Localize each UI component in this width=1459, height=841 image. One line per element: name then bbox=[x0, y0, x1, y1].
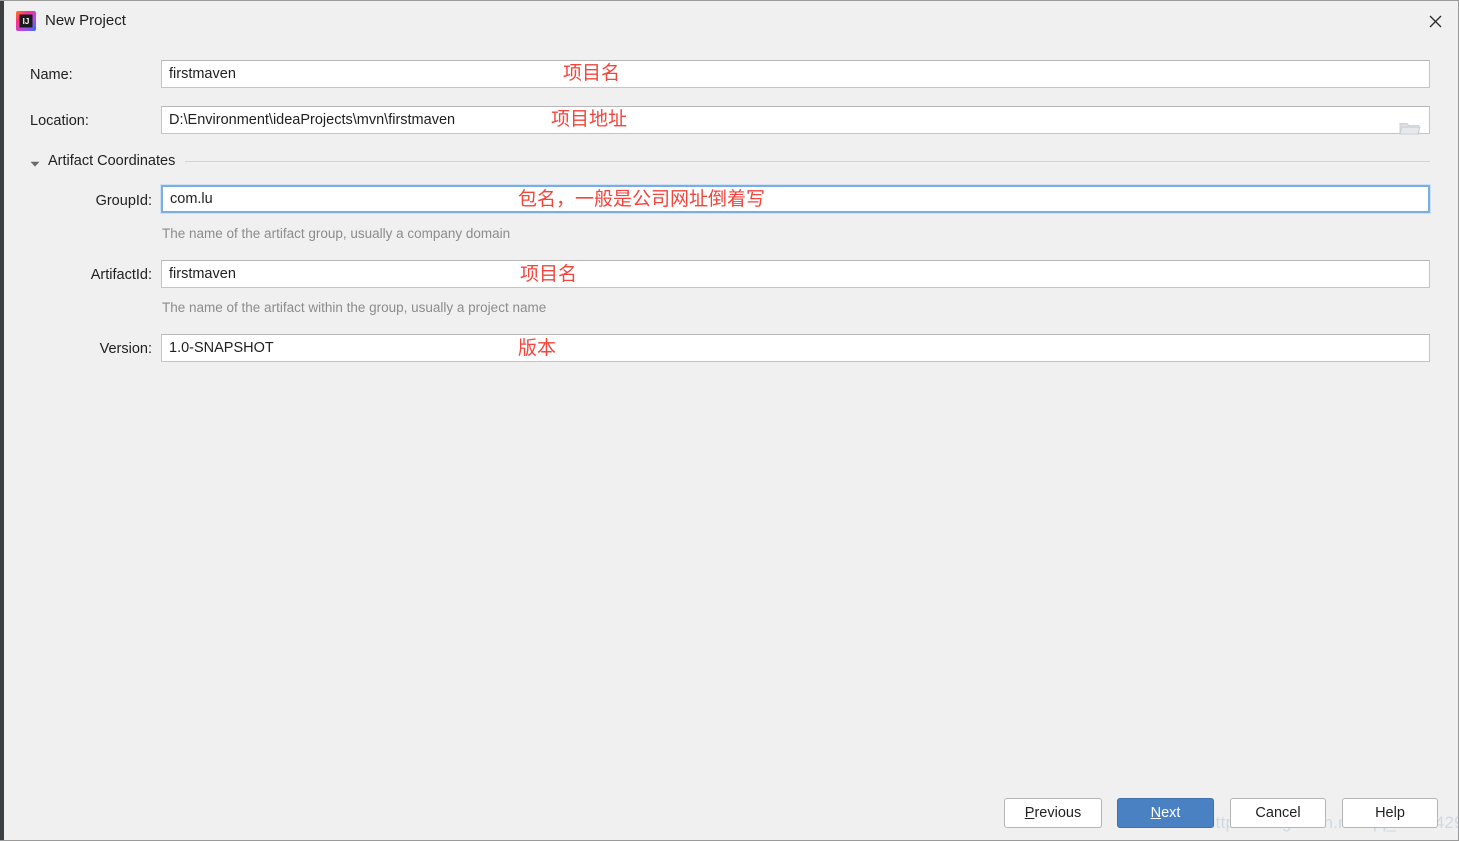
annotation-group-id: 包名，一般是公司网址倒着写 bbox=[518, 188, 766, 210]
artifact-id-input[interactable]: firstmaven bbox=[161, 260, 1430, 288]
next-button-mnemonic: N bbox=[1150, 805, 1162, 821]
annotation-name: 项目名 bbox=[563, 62, 621, 84]
new-project-dialog: IJ New Project Name: firstmaven 项目名 Loca… bbox=[0, 0, 1459, 841]
title-bar: IJ New Project bbox=[7, 1, 1458, 41]
annotation-location: 项目地址 bbox=[551, 108, 628, 130]
name-input[interactable]: firstmaven bbox=[161, 60, 1430, 88]
annotation-version: 版本 bbox=[518, 337, 557, 359]
window-left-gap bbox=[4, 1, 7, 840]
next-button[interactable]: Next bbox=[1117, 798, 1214, 828]
artifact-id-label: ArtifactId: bbox=[90, 267, 152, 283]
previous-button-label: revious bbox=[1034, 805, 1082, 821]
group-id-hint: The name of the artifact group, usually … bbox=[162, 226, 511, 241]
version-input[interactable]: 1.0-SNAPSHOT bbox=[161, 334, 1430, 362]
location-input[interactable]: D:\Environment\ideaProjects\mvn\firstmav… bbox=[161, 106, 1430, 134]
group-id-label: GroupId: bbox=[95, 193, 152, 209]
next-button-label: ext bbox=[1161, 805, 1181, 821]
location-label: Location: bbox=[30, 113, 89, 129]
chevron-down-icon[interactable] bbox=[30, 156, 40, 167]
svg-text:IJ: IJ bbox=[23, 17, 30, 26]
annotation-artifact-id: 项目名 bbox=[520, 263, 578, 285]
artifact-coordinates-section-header[interactable]: Artifact Coordinates bbox=[30, 151, 1430, 171]
cancel-button[interactable]: Cancel bbox=[1230, 798, 1326, 828]
intellij-idea-icon: IJ bbox=[16, 11, 36, 31]
folder-icon[interactable] bbox=[1399, 120, 1421, 136]
window-title: New Project bbox=[45, 12, 126, 29]
section-divider bbox=[185, 160, 1430, 162]
artifact-coordinates-title: Artifact Coordinates bbox=[48, 153, 176, 169]
previous-button[interactable]: Previous bbox=[1004, 798, 1102, 828]
previous-button-mnemonic: P bbox=[1024, 805, 1035, 821]
close-icon[interactable] bbox=[1412, 1, 1458, 41]
artifact-id-hint: The name of the artifact within the grou… bbox=[162, 300, 547, 315]
group-id-input[interactable]: com.lu bbox=[160, 184, 1431, 214]
version-label: Version: bbox=[99, 341, 152, 357]
help-button[interactable]: Help bbox=[1342, 798, 1438, 828]
name-label: Name: bbox=[30, 67, 73, 83]
